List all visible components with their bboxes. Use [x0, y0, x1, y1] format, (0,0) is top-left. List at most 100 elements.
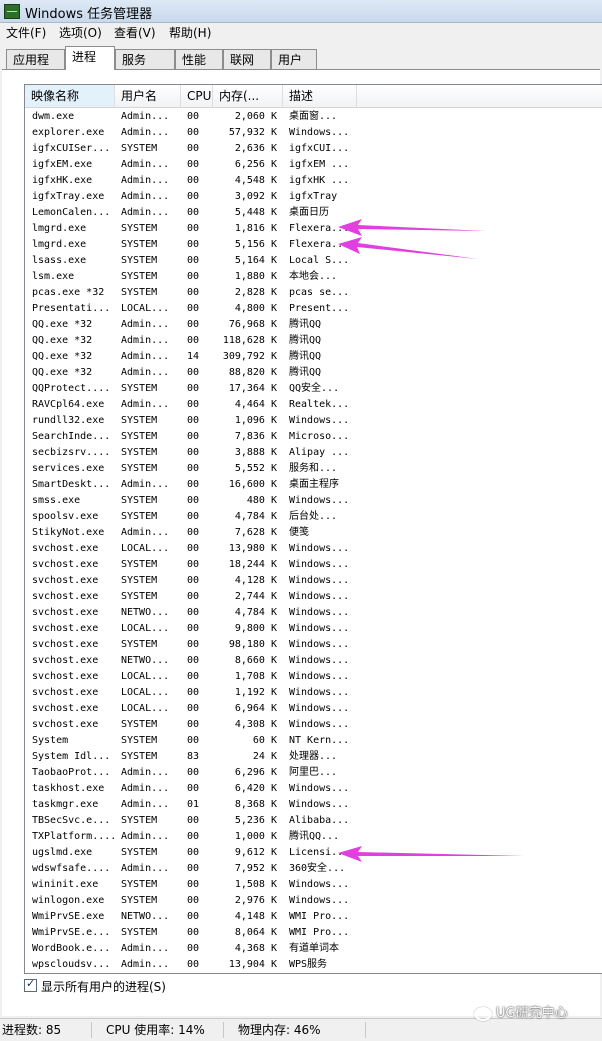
column-user-name[interactable]: 用户名 — [115, 85, 181, 107]
process-memory: 13,980 K — [228, 543, 277, 554]
table-row[interactable]: igfxHK.exe Admin... 00 4,548 K igfxHK ... — [25, 173, 602, 189]
table-row[interactable]: secbizsrv.... SYSTEM 00 3,888 K Alipay ... — [25, 445, 602, 461]
table-row[interactable]: svchost.exe LOCAL... 00 1,192 K Windows... — [25, 685, 602, 701]
process-memory: 1,880 K — [234, 271, 277, 282]
table-row[interactable]: lsm.exe SYSTEM 00 1,880 K 本地会... — [25, 269, 602, 285]
process-memory: 118,628 K — [222, 335, 277, 346]
tab-applications[interactable]: 应用程序 — [6, 49, 65, 87]
process-image-name: smss.exe — [32, 495, 81, 506]
process-image-name: svchost.exe — [32, 559, 99, 570]
process-memory: 480 K — [246, 495, 277, 506]
column-description[interactable]: 描述 — [283, 85, 357, 107]
table-row[interactable]: rundll32.exe SYSTEM 00 1,096 K Windows... — [25, 413, 602, 429]
process-list[interactable]: ⌃ 映像名称 用户名 CPU 内存(... 描述 dwm.exe Admin...… — [24, 84, 602, 974]
process-description: WMI Pro... — [289, 911, 349, 922]
table-row[interactable]: TXPlatform.... Admin... 00 1,000 K 腾讯QQ... — [25, 829, 602, 845]
table-row[interactable]: System Idl... SYSTEM 83 24 K 处理器... — [25, 749, 602, 765]
table-row[interactable]: QQ.exe *32 Admin... 00 118,628 K 腾讯QQ — [25, 333, 602, 349]
menu-file[interactable]: 文件(F) — [6, 24, 46, 41]
table-row[interactable]: RAVCpl64.exe Admin... 00 4,464 K Realtek... — [25, 397, 602, 413]
process-memory: 1,192 K — [234, 687, 277, 698]
menu-options[interactable]: 选项(O) — [59, 24, 102, 41]
table-row[interactable]: SmartDeskt... Admin... 00 16,600 K 桌面主程序 — [25, 477, 602, 493]
process-image-name: services.exe — [32, 463, 105, 474]
process-description: 服务和... — [289, 463, 338, 474]
process-user-name: Admin... — [121, 159, 170, 170]
process-description: 腾讯QQ — [289, 319, 322, 330]
table-row[interactable]: spoolsv.exe SYSTEM 00 4,784 K 后台处... — [25, 509, 602, 525]
table-row[interactable]: TBSecSvc.e... SYSTEM 00 5,236 K Alibaba... — [25, 813, 602, 829]
process-user-name: Admin... — [121, 111, 170, 122]
tab-services[interactable]: 服务 — [115, 49, 175, 69]
tab-networking[interactable]: 联网 — [223, 49, 271, 69]
table-row[interactable]: QQ.exe *32 Admin... 00 88,820 K 腾讯QQ — [25, 365, 602, 381]
table-row[interactable]: svchost.exe LOCAL... 00 9,800 K Windows... — [25, 621, 602, 637]
table-row[interactable]: dwm.exe Admin... 00 2,060 K 桌面窗... — [25, 109, 602, 125]
process-cpu: 00 — [187, 527, 200, 538]
table-row[interactable]: TaobaoProt... Admin... 00 6,296 K 阿里巴... — [25, 765, 602, 781]
process-description: 桌面主程序 — [289, 479, 339, 490]
table-row[interactable]: svchost.exe NETWO... 00 8,660 K Windows... — [25, 653, 602, 669]
table-row[interactable]: WmiPrvSE.exe NETWO... 00 4,148 K WMI Pro... — [25, 909, 602, 925]
table-row[interactable]: System SYSTEM 00 60 K NT Kern... — [25, 733, 602, 749]
process-user-name: SYSTEM — [121, 591, 158, 602]
process-description: 360安全... — [289, 863, 346, 874]
table-row[interactable]: lsass.exe SYSTEM 00 5,164 K Local S... — [25, 253, 602, 269]
table-row[interactable]: svchost.exe LOCAL... 00 6,964 K Windows... — [25, 701, 602, 717]
process-description: 腾讯QQ — [289, 335, 322, 346]
table-row[interactable]: svchost.exe SYSTEM 00 4,128 K Windows... — [25, 573, 602, 589]
process-user-name: LOCAL... — [121, 687, 170, 698]
process-description: NT Kern... — [289, 735, 349, 746]
table-row[interactable]: igfxCUISer... SYSTEM 00 2,636 K igfxCUI... — [25, 141, 602, 157]
table-row[interactable]: winlogon.exe SYSTEM 00 2,976 K Windows... — [25, 893, 602, 909]
table-row[interactable]: WordBook.e... Admin... 00 4,368 K 有道单词本 — [25, 941, 602, 957]
table-row[interactable]: wininit.exe SYSTEM 00 1,508 K Windows... — [25, 877, 602, 893]
table-row[interactable]: smss.exe SYSTEM 00 480 K Windows... — [25, 493, 602, 509]
process-user-name: SYSTEM — [121, 255, 158, 266]
table-row[interactable]: taskmgr.exe Admin... 01 8,368 K Windows... — [25, 797, 602, 813]
table-row[interactable]: QQ.exe *32 Admin... 00 76,968 K 腾讯QQ — [25, 317, 602, 333]
menu-help[interactable]: 帮助(H) — [169, 24, 211, 41]
table-row[interactable]: wpscloudsv... Admin... 00 13,904 K WPS服务 — [25, 957, 602, 971]
table-row[interactable]: svchost.exe NETWO... 00 4,784 K Windows... — [25, 605, 602, 621]
process-image-name: WmiPrvSE.e... — [32, 927, 111, 938]
process-description: 桌面日历 — [289, 207, 329, 218]
table-row[interactable]: LemonCalen... Admin... 00 5,448 K 桌面日历 — [25, 205, 602, 221]
column-cpu[interactable]: CPU — [181, 85, 213, 107]
process-cpu: 00 — [187, 287, 200, 298]
tab-performance[interactable]: 性能 — [175, 49, 223, 69]
show-all-users-checkbox[interactable] — [24, 977, 37, 992]
table-row[interactable]: svchost.exe SYSTEM 00 2,744 K Windows... — [25, 589, 602, 605]
table-row[interactable]: StikyNot.exe Admin... 00 7,628 K 便笺 — [25, 525, 602, 541]
tab-users[interactable]: 用户 — [271, 49, 317, 69]
table-row[interactable]: taskhost.exe Admin... 00 6,420 K Windows... — [25, 781, 602, 797]
table-row[interactable]: svchost.exe SYSTEM 00 4,308 K Windows... — [25, 717, 602, 733]
table-row[interactable]: WmiPrvSE.e... SYSTEM 00 8,064 K WMI Pro... — [25, 925, 602, 941]
table-row[interactable]: explorer.exe Admin... 00 57,932 K Windows... — [25, 125, 602, 141]
table-row[interactable]: lmgrd.exe SYSTEM 00 5,156 K Flexera... — [25, 237, 602, 253]
table-row[interactable]: Presentati... LOCAL... 00 4,800 K Present... — [25, 301, 602, 317]
table-row[interactable]: svchost.exe LOCAL... 00 13,980 K Windows... — [25, 541, 602, 557]
table-row[interactable]: wdswfsafe.... Admin... 00 7,952 K 360安全... — [25, 861, 602, 877]
column-image-name[interactable]: ⌃ 映像名称 — [25, 85, 115, 107]
tab-processes[interactable]: 进程 — [65, 46, 115, 70]
table-row[interactable]: SearchInde... SYSTEM 00 7,836 K Microso... — [25, 429, 602, 445]
table-row[interactable]: QQ.exe *32 Admin... 14 309,792 K 腾讯QQ — [25, 349, 602, 365]
process-cpu: 00 — [187, 431, 200, 442]
process-cpu: 01 — [187, 799, 200, 810]
table-row[interactable]: ugslmd.exe SYSTEM 00 9,612 K Licensi... — [25, 845, 602, 861]
process-memory: 17,364 K — [228, 383, 277, 394]
table-row[interactable]: lmgrd.exe SYSTEM 00 1,816 K Flexera... — [25, 221, 602, 237]
table-row[interactable]: services.exe SYSTEM 00 5,552 K 服务和... — [25, 461, 602, 477]
table-row[interactable]: svchost.exe SYSTEM 00 98,180 K Windows... — [25, 637, 602, 653]
table-row[interactable]: pcas.exe *32 SYSTEM 00 2,828 K pcas se... — [25, 285, 602, 301]
table-row[interactable]: igfxEM.exe Admin... 00 6,256 K igfxEM ... — [25, 157, 602, 173]
table-row[interactable]: igfxTray.exe Admin... 00 3,092 K igfxTray — [25, 189, 602, 205]
column-memory[interactable]: 内存(... — [213, 85, 283, 107]
menu-view[interactable]: 查看(V) — [114, 24, 156, 41]
table-row[interactable]: QQProtect.... SYSTEM 00 17,364 K QQ安全... — [25, 381, 602, 397]
process-description: WMI Pro... — [289, 927, 349, 938]
table-row[interactable]: svchost.exe LOCAL... 00 1,708 K Windows... — [25, 669, 602, 685]
table-row[interactable]: svchost.exe SYSTEM 00 18,244 K Windows... — [25, 557, 602, 573]
process-memory: 1,708 K — [234, 671, 277, 682]
